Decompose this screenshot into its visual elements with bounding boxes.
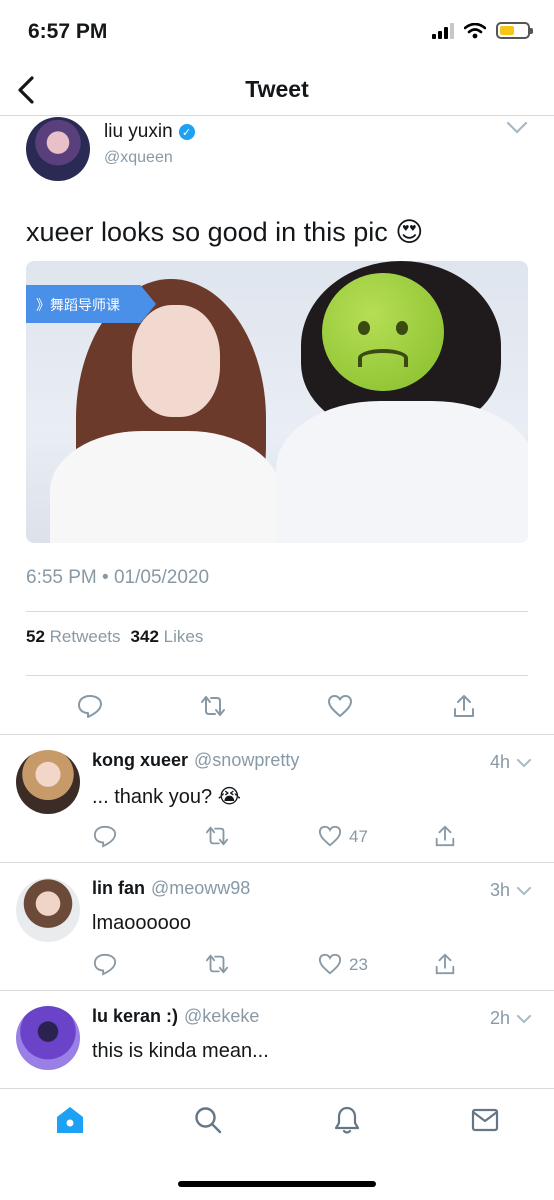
divider xyxy=(26,611,528,612)
reply-actions xyxy=(0,824,554,854)
author-handle: @xqueen xyxy=(104,149,173,166)
like-icon[interactable] xyxy=(318,952,342,976)
share-icon[interactable] xyxy=(433,824,457,848)
tweet-stats: 52 Retweets 342 Likes xyxy=(26,627,203,647)
reply-author-name[interactable]: lu keran :) xyxy=(92,1006,178,1026)
signal-icon xyxy=(432,22,454,39)
media-banner: 》舞蹈导师课 xyxy=(26,285,156,323)
share-icon[interactable] xyxy=(433,952,457,976)
photo-person-shirt xyxy=(50,431,280,543)
reply-icon[interactable] xyxy=(93,824,117,848)
reply-header: lu keran :) @kekeke xyxy=(92,1006,259,1027)
reply-header: lin fan @meoww98 xyxy=(92,878,250,899)
like-icon[interactable] xyxy=(318,824,342,848)
divider xyxy=(0,734,554,735)
home-indicator[interactable] xyxy=(178,1181,376,1187)
reply-time: 2h xyxy=(490,1008,532,1029)
reply-author-name[interactable]: kong xueer xyxy=(92,750,188,770)
likes-stat[interactable]: 342 Likes xyxy=(131,627,204,647)
reply-text: lmaoooooo xyxy=(92,912,191,934)
reply-author-handle: @kekeke xyxy=(184,1006,260,1026)
reply-avatar[interactable] xyxy=(16,878,80,942)
chevron-down-icon[interactable] xyxy=(516,758,532,768)
reply-time: 3h xyxy=(490,880,532,901)
reply-text: ... thank you? 😭 xyxy=(92,786,242,808)
reply-icon[interactable] xyxy=(77,693,103,719)
tweet-text: xueer looks so good in this pic 😍 xyxy=(26,217,424,247)
author-avatar[interactable] xyxy=(26,117,90,181)
chevron-down-icon[interactable] xyxy=(516,886,532,896)
verified-icon: ✓ xyxy=(178,124,195,140)
reply-item[interactable]: lin fan @meoww98 3h lmaoooooo 23 xyxy=(0,864,554,992)
home-icon[interactable] xyxy=(55,1105,85,1135)
like-count: 23 xyxy=(349,955,368,974)
reply-avatar[interactable] xyxy=(16,1006,80,1070)
search-icon[interactable] xyxy=(193,1105,223,1135)
divider xyxy=(0,990,554,991)
photo-person-face xyxy=(132,305,220,417)
tweet-actions xyxy=(0,689,554,729)
divider xyxy=(0,862,554,863)
share-icon[interactable] xyxy=(451,693,477,719)
reply-text: this is kinda mean... xyxy=(92,1040,269,1062)
retweet-icon[interactable] xyxy=(200,693,226,719)
reply-icon[interactable] xyxy=(93,952,117,976)
divider xyxy=(26,675,528,676)
reply-header: kong xueer @snowpretty xyxy=(92,750,299,771)
like-count: 47 xyxy=(349,827,368,846)
status-time: 6:57 PM xyxy=(28,20,108,43)
messages-icon[interactable] xyxy=(470,1105,500,1135)
retweets-stat[interactable]: 52 Retweets xyxy=(26,627,121,647)
reply-author-handle: @snowpretty xyxy=(194,750,300,770)
reply-time: 4h xyxy=(490,752,532,773)
reply-author-name[interactable]: lin fan xyxy=(92,878,145,898)
wifi-icon xyxy=(464,22,486,38)
reply-avatar[interactable] xyxy=(16,750,80,814)
status-bar: 6:57 PM xyxy=(0,0,554,66)
author-name: liu yuxin xyxy=(104,121,173,142)
reply-item[interactable]: kong xueer @snowpretty 4h ... thank you? … xyxy=(0,736,554,864)
chevron-down-icon[interactable] xyxy=(506,121,528,135)
notifications-icon[interactable] xyxy=(332,1105,362,1135)
chevron-down-icon[interactable] xyxy=(516,1014,532,1024)
photo-person2-shirt xyxy=(276,401,528,543)
reply-author-handle: @meoww98 xyxy=(151,878,251,898)
reply-actions xyxy=(0,952,554,982)
status-icons xyxy=(432,22,533,39)
battery-icon xyxy=(496,22,533,39)
top-nav: Tweet xyxy=(0,66,554,116)
retweet-icon[interactable] xyxy=(205,824,229,848)
author-name-row[interactable]: liu yuxin ✓ xyxy=(104,121,195,143)
like-icon[interactable] xyxy=(327,693,353,719)
tweet-timestamp: 6:55 PM • 01/05/2020 xyxy=(26,567,210,588)
nauseated-face-icon xyxy=(322,273,444,391)
tweet-image[interactable]: 》舞蹈导师课 xyxy=(26,261,528,543)
retweet-icon[interactable] xyxy=(205,952,229,976)
page-title: Tweet xyxy=(245,76,309,102)
